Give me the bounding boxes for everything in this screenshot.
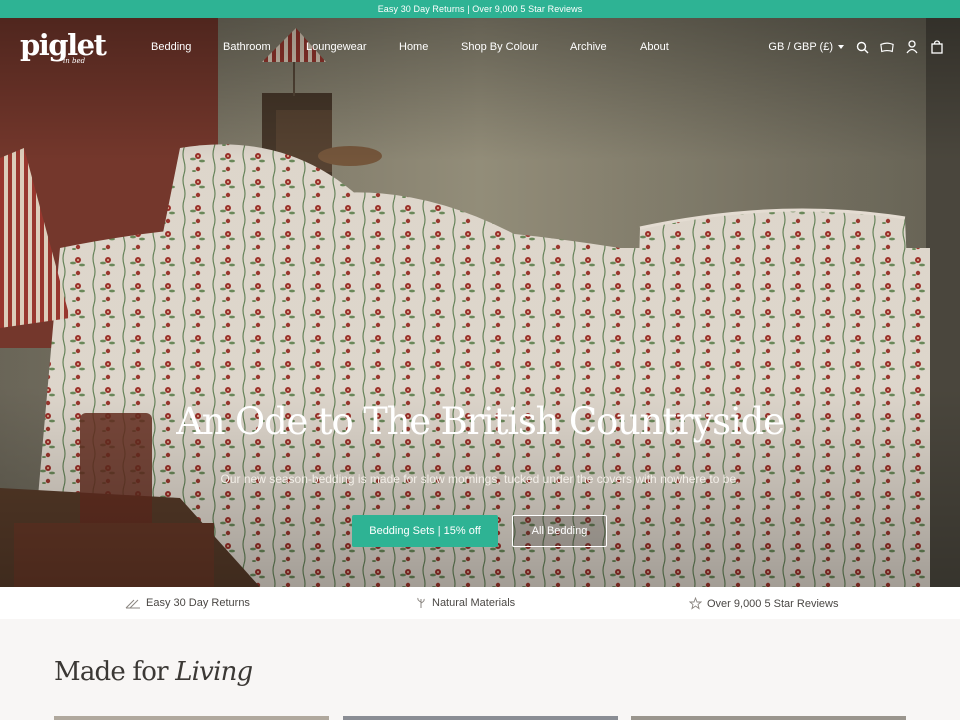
nav-item-shop-by-colour[interactable]: Shop By Colour <box>461 41 538 53</box>
nav-item-bedding[interactable]: Bedding <box>151 41 191 53</box>
section-title-plain: Made for <box>54 657 169 687</box>
announcement-text: Easy 30 Day Returns | Over 9,000 5 Star … <box>377 4 583 14</box>
hero-image <box>0 18 960 587</box>
made-for-living-section: Made for Living <box>0 619 960 720</box>
section-title: Made for Living <box>54 657 253 687</box>
nav-item-archive[interactable]: Archive <box>570 41 607 53</box>
returns-icon <box>125 599 140 609</box>
header-actions: GB / GBP (£) <box>768 40 944 54</box>
hero-title: An Ode to The British Countryside <box>176 400 785 443</box>
trust-label: Over 9,000 5 Star Reviews <box>707 597 839 610</box>
locale-selector[interactable]: GB / GBP (£) <box>768 41 844 53</box>
nav-item-loungewear[interactable]: Loungewear <box>306 41 367 53</box>
caret-down-icon <box>838 45 844 49</box>
hero-heading-wrap: An Ode to The British Countryside <box>0 400 960 443</box>
leaf-icon <box>417 597 425 608</box>
account-icon[interactable] <box>905 40 919 54</box>
hero-subtitle: Our new season-bedding is made for slow … <box>220 472 740 486</box>
nav-item-home[interactable]: Home <box>399 41 428 53</box>
category-card[interactable] <box>631 716 906 720</box>
trust-item-returns: Easy 30 Day Returns <box>125 597 250 609</box>
all-bedding-button[interactable]: All Bedding <box>512 515 607 547</box>
nav-item-bathroom[interactable]: Bathroom <box>223 41 271 53</box>
search-icon[interactable] <box>855 40 869 54</box>
category-card[interactable] <box>343 716 618 720</box>
star-icon <box>689 597 702 610</box>
announcement-bar[interactable]: Easy 30 Day Returns | Over 9,000 5 Star … <box>0 0 960 18</box>
bed-icon[interactable] <box>880 40 894 54</box>
trust-label: Natural Materials <box>432 597 516 609</box>
trust-item-reviews: Over 9,000 5 Star Reviews <box>689 597 838 610</box>
page: Easy 30 Day Returns | Over 9,000 5 Star … <box>0 0 960 720</box>
bag-icon[interactable] <box>930 40 944 54</box>
trust-item-materials: Natural Materials <box>415 597 515 609</box>
section-title-italic: Living <box>175 657 253 687</box>
site-header: piglet in bed Bedding Bathroom Loungewea… <box>0 18 960 82</box>
hero-banner[interactable] <box>0 18 960 587</box>
bedding-sets-button[interactable]: Bedding Sets | 15% off <box>352 515 498 547</box>
logo-word: piglet <box>20 28 107 62</box>
trust-bar: Easy 30 Day Returns Natural Materials Ov… <box>0 587 960 619</box>
trust-label: Easy 30 Day Returns <box>146 597 250 609</box>
category-card[interactable] <box>54 716 329 720</box>
logo[interactable]: piglet in bed <box>20 28 107 65</box>
locale-label: GB / GBP (£) <box>768 41 833 53</box>
nav-item-about[interactable]: About <box>640 41 669 53</box>
